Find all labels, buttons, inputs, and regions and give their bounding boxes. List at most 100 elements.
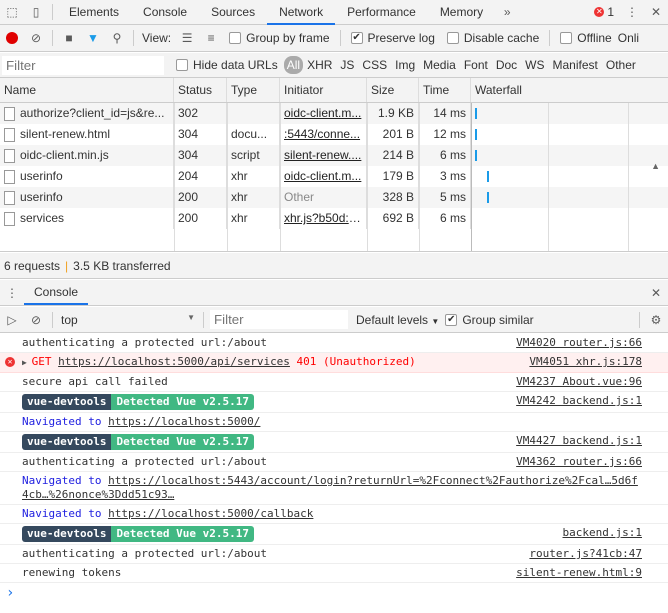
tab-network[interactable]: Network [267, 0, 336, 25]
message-source-link[interactable]: VM4427 backend.js:1 [516, 434, 642, 450]
cell-name: silent-renew.html [0, 124, 174, 145]
filter-input[interactable] [2, 55, 164, 75]
message-source-link[interactable]: VM4237 About.vue:96 [516, 375, 642, 389]
drawer-menu-icon[interactable]: ⋮ [0, 281, 24, 305]
cell-initiator[interactable]: oidc-client.m... [280, 103, 367, 124]
more-tabs-icon[interactable]: » [495, 0, 519, 24]
column-header-waterfall[interactable]: Waterfall [471, 78, 668, 102]
nav-url[interactable]: https://localhost:5000/callback [108, 507, 313, 520]
request-name[interactable]: services [20, 208, 64, 229]
close-drawer-icon[interactable]: ✕ [644, 281, 668, 305]
message-source-link[interactable]: router.js?41cb:47 [529, 547, 642, 561]
message-source-link[interactable]: backend.js:1 [563, 526, 642, 542]
camera-icon[interactable]: ■ [57, 26, 81, 50]
request-name[interactable]: userinfo [20, 166, 63, 187]
request-name[interactable]: userinfo [20, 187, 63, 208]
cell-status: 200 [174, 208, 227, 229]
filter-type-font[interactable]: Font [460, 58, 492, 72]
group-similar-checkbox[interactable]: ✔ Group similar [445, 313, 534, 327]
tab-elements[interactable]: Elements [57, 0, 131, 25]
offline-checkbox[interactable]: Offline [560, 31, 612, 45]
tab-sources[interactable]: Sources [199, 0, 267, 25]
tab-memory[interactable]: Memory [428, 0, 495, 25]
settings-gear-icon[interactable]: ⚙ [644, 308, 668, 332]
cell-initiator[interactable]: silent-renew.... [280, 145, 367, 166]
tab-performance[interactable]: Performance [335, 0, 428, 25]
expand-triangle-icon[interactable]: ▶ [22, 358, 32, 367]
list-view-icon[interactable]: ☰ [175, 26, 199, 50]
device-toolbar-icon[interactable]: ▯ [24, 0, 48, 24]
cell-initiator[interactable]: :5443/conne... [280, 124, 367, 145]
request-name[interactable]: authorize?client_id=js&re... [20, 103, 164, 124]
filter-type-img[interactable]: Img [391, 58, 419, 72]
column-header-name[interactable]: Name [0, 78, 174, 102]
message-source-link[interactable]: VM4020 router.js:66 [516, 336, 642, 350]
clear-console-icon[interactable]: ⊘ [24, 308, 48, 332]
cell-initiator[interactable]: oidc-client.m... [280, 166, 367, 187]
request-name[interactable]: silent-renew.html [20, 124, 110, 145]
table-row[interactable]: oidc-client.min.js 304 script silent-renew.… [0, 145, 668, 166]
column-header-time[interactable]: Time [419, 78, 471, 102]
group-by-frame-checkbox[interactable]: Group by frame [229, 31, 330, 45]
filter-type-ws[interactable]: WS [521, 58, 548, 72]
filter-type-doc[interactable]: Doc [492, 58, 521, 72]
column-header-status[interactable]: Status [174, 78, 227, 102]
context-select[interactable]: top ▼ [57, 313, 199, 327]
filter-type-other[interactable]: Other [602, 58, 640, 72]
error-url[interactable]: https://localhost:5000/api/services [58, 355, 290, 368]
message-body: authenticating a protected url:/about [22, 336, 268, 349]
filter-type-manifest[interactable]: Manifest [549, 58, 602, 72]
log-levels-select[interactable]: Default levels ▼ [356, 313, 439, 327]
divider [549, 30, 551, 46]
console-prompt[interactable]: › [0, 583, 668, 603]
error-count-badge[interactable]: ✕ 1 [594, 5, 614, 19]
console-message: vue-devtools Detected Vue v2.5.17 VM4427 b… [0, 432, 668, 453]
preserve-log-checkbox[interactable]: ✔ Preserve log [350, 31, 435, 45]
console-filter-input[interactable] [210, 310, 348, 329]
message-source-link[interactable]: VM4051 xhr.js:178 [529, 355, 642, 370]
menu-dots-icon[interactable]: ⋮ [620, 0, 644, 24]
throttling-select[interactable]: Onli [618, 31, 639, 45]
message-source-link[interactable]: VM4242 backend.js:1 [516, 394, 642, 410]
filter-type-all[interactable]: All [283, 56, 304, 74]
nav-url[interactable]: https://localhost:5443/account/login?ret… [22, 474, 638, 501]
table-row[interactable]: userinfo 200 xhr Other 328 B5 ms [0, 187, 668, 208]
filter-icon[interactable]: ▼ [81, 26, 105, 50]
sidebar-toggle-icon[interactable]: ▷ [0, 308, 24, 332]
waterfall-view-icon[interactable]: ≡ [199, 26, 223, 50]
nav-prefix: Navigated to [22, 474, 109, 487]
console-messages: authenticating a protected url:/about VM4… [0, 334, 668, 603]
tab-console[interactable]: Console [131, 0, 199, 25]
tab-console-drawer[interactable]: Console [24, 280, 89, 305]
hide-data-urls-checkbox[interactable]: Hide data URLs [176, 58, 278, 72]
divider [52, 311, 53, 328]
disable-cache-checkbox[interactable]: Disable cache [446, 31, 539, 45]
table-row[interactable]: userinfo 204 xhr oidc-client.m... 179 B3 ms [0, 166, 668, 187]
table-row[interactable]: silent-renew.html 304 docu...:5443/conne..… [0, 124, 668, 145]
filter-type-xhr[interactable]: XHR [303, 58, 336, 72]
search-icon[interactable]: ⚲ [105, 26, 129, 50]
file-icon [4, 148, 15, 163]
filter-type-js[interactable]: JS [336, 58, 358, 72]
request-name[interactable]: oidc-client.min.js [20, 145, 109, 166]
message-body: authenticating a protected url:/about [22, 547, 268, 560]
column-header-initiator[interactable]: Initiator [280, 78, 367, 102]
table-row[interactable]: services 200 xhr xhr.js?b50d:1... 692 B6 ms [0, 208, 668, 229]
column-header-type[interactable]: Type [227, 78, 280, 102]
table-row[interactable]: authorize?client_id=js&re... 302 oidc-clie… [0, 103, 668, 124]
filter-type-media[interactable]: Media [419, 58, 460, 72]
record-button[interactable] [0, 26, 24, 50]
close-icon[interactable]: ✕ [644, 0, 668, 24]
filter-type-css[interactable]: CSS [358, 58, 391, 72]
message-source-link[interactable]: VM4362 router.js:66 [516, 455, 642, 469]
message-source-link[interactable]: silent-renew.html:9 [516, 566, 642, 580]
inspect-element-icon[interactable]: ⬚ [0, 0, 24, 24]
label: Preserve log [367, 31, 435, 45]
clear-icon[interactable]: ⊘ [24, 26, 48, 50]
devtools-tab-bar: ⬚ ▯ Elements Console Sources Network Perform… [0, 0, 668, 25]
message-body: secure api call failed [22, 375, 168, 388]
nav-url[interactable]: https://localhost:5000/ [108, 415, 260, 428]
vue-devtools-badge: vue-devtools Detected Vue v2.5.17 [22, 434, 254, 450]
cell-initiator[interactable]: xhr.js?b50d:1... [280, 208, 367, 229]
column-header-size[interactable]: Size [367, 78, 419, 102]
